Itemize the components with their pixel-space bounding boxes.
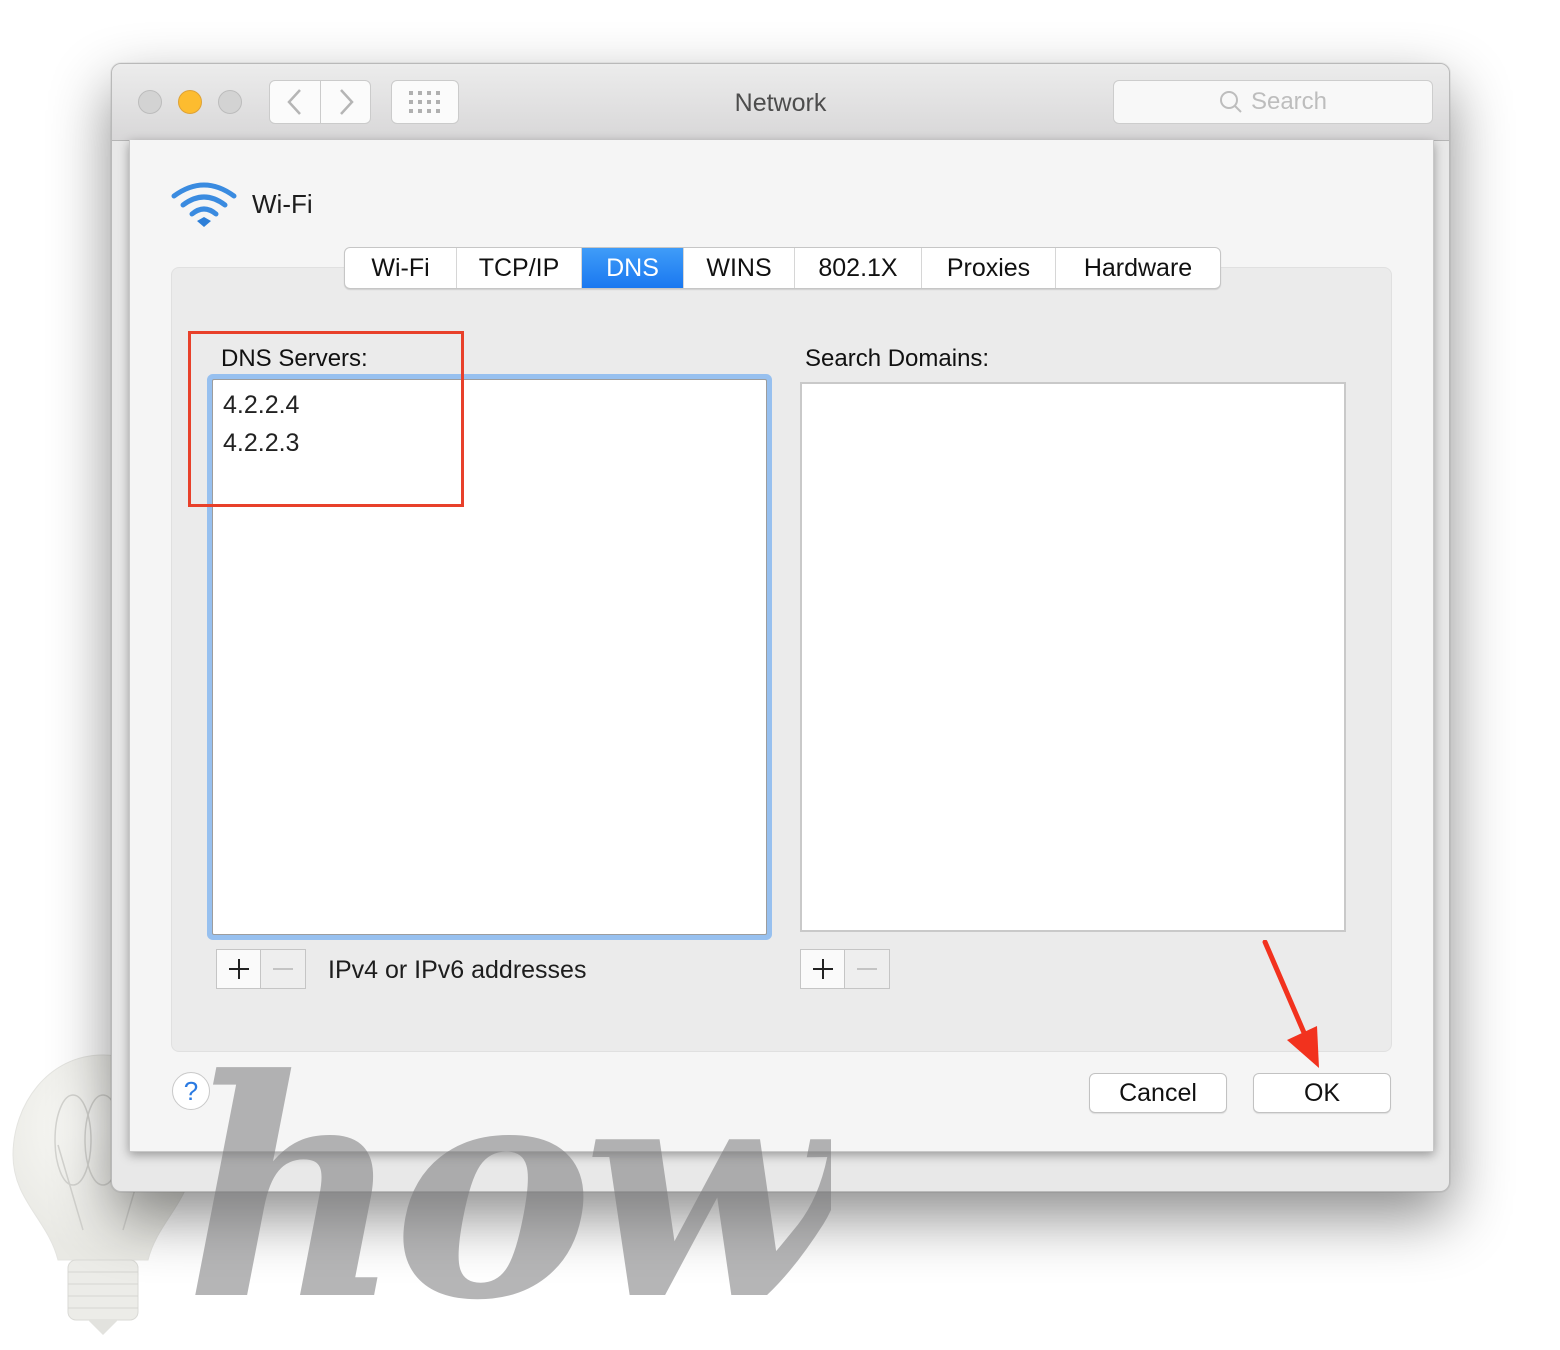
tab-bar: Wi-Fi TCP/IP DNS WINS 802.1X Proxies Har…: [344, 247, 1221, 289]
plus-icon: [812, 959, 833, 979]
network-preferences-window: Network Search Wi-Fi Wi-Fi TCP/IP DNS WI…: [111, 63, 1450, 1192]
interface-name: Wi-Fi: [252, 188, 313, 219]
minus-icon: [857, 968, 877, 970]
tab-hardware[interactable]: Hardware: [1056, 248, 1220, 288]
add-search-domain-button[interactable]: [801, 950, 845, 988]
dns-servers-highlight-box: [188, 331, 464, 507]
search-icon: [1219, 91, 1242, 113]
interface-header: Wi-Fi: [170, 180, 313, 228]
title-bar: Network Search: [112, 64, 1449, 141]
dns-settings-sheet: Wi-Fi Wi-Fi TCP/IP DNS WINS 802.1X Proxi…: [129, 140, 1434, 1152]
cancel-button[interactable]: Cancel: [1089, 1073, 1227, 1113]
remove-search-domain-button[interactable]: [845, 950, 889, 988]
wifi-icon: [171, 182, 237, 227]
tab-proxies[interactable]: Proxies: [922, 248, 1056, 288]
search-field[interactable]: Search: [1113, 80, 1433, 124]
tab-wins[interactable]: WINS: [684, 248, 795, 288]
help-button[interactable]: ?: [172, 1072, 210, 1110]
search-domain-add-remove-control: [800, 949, 890, 989]
search-domains-list[interactable]: [800, 382, 1346, 932]
ok-button[interactable]: OK: [1253, 1073, 1391, 1113]
search-placeholder: Search: [1250, 88, 1328, 115]
remove-dns-server-button[interactable]: [261, 950, 305, 988]
tab-dns[interactable]: DNS: [582, 248, 684, 288]
tab-tcpip[interactable]: TCP/IP: [457, 248, 582, 288]
tab-wifi[interactable]: Wi-Fi: [345, 248, 457, 288]
minus-icon: [273, 968, 293, 970]
dns-add-remove-control: [216, 949, 306, 989]
red-arrow-annotation-icon: [1262, 940, 1319, 1068]
dns-hint-text: IPv4 or IPv6 addresses: [328, 956, 587, 984]
tab-8021x[interactable]: 802.1X: [795, 248, 922, 288]
search-domains-label: Search Domains:: [805, 345, 990, 372]
add-dns-server-button[interactable]: [217, 950, 261, 988]
plus-icon: [228, 959, 249, 979]
